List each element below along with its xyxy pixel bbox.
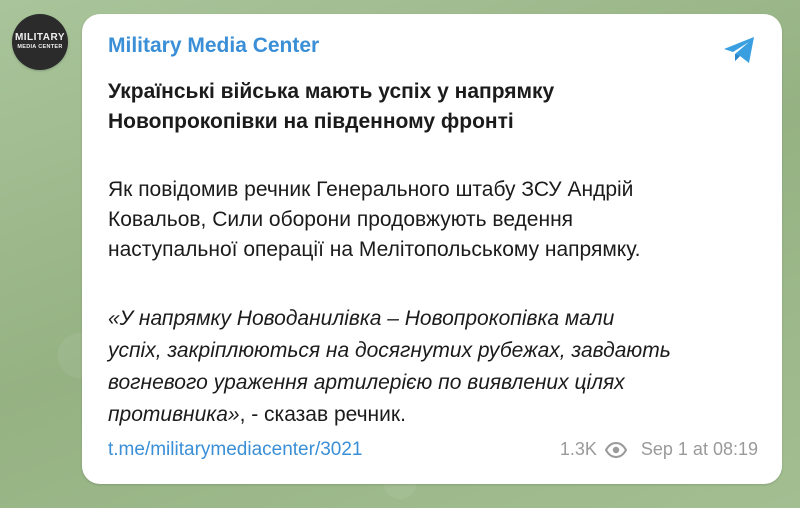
body-line: Ковальов, Сили оборони продовжують веден…	[108, 208, 574, 231]
channel-avatar[interactable]: MILITARY MEDIA CENTER	[12, 14, 68, 70]
post-quote: «У напрямку Новоданилівка – Новопрокопів…	[108, 303, 768, 431]
quote-line: противника», - сказав речник.	[108, 399, 768, 431]
view-count: 1.3K	[559, 439, 597, 459]
quote-line: «У напрямку Новоданилівка – Новопрокопів…	[108, 307, 615, 330]
quote-last-plain: , - сказав речник.	[239, 403, 406, 426]
post-body: Як повідомив речник Генерального штабу З…	[108, 175, 768, 265]
quote-line: успіх, закріплюються на досягнутих рубеж…	[108, 339, 671, 362]
avatar-text-line2: MEDIA CENTER	[17, 44, 63, 51]
quote-last-italic: противника»	[108, 403, 240, 426]
post-meta: 1.3K Sep 1 at 08:19	[560, 439, 758, 460]
message-card: Military Media Center Українські війська…	[82, 14, 782, 484]
channel-name[interactable]: Military Media Center	[108, 34, 319, 58]
avatar-text-line1: MILITARY	[14, 32, 66, 44]
quote-line: вогневого ураження артилерією по виявлен…	[108, 371, 625, 394]
telegram-icon[interactable]	[720, 30, 760, 70]
title-line: Новопрокопівки на південному фронті	[108, 110, 514, 133]
title-line: Українські війська мають успіх у напрямк…	[108, 80, 555, 103]
eye-icon	[604, 441, 627, 458]
post-title: Українські війська мають успіх у напрямк…	[108, 77, 708, 137]
body-line: наступальної операції на Мелітопольськом…	[108, 238, 641, 261]
body-line: Як повідомив речник Генерального штабу З…	[108, 178, 634, 201]
post-link[interactable]: t.me/militarymediacenter/3021	[108, 439, 363, 461]
post-date: Sep 1 at 08:19	[640, 439, 758, 459]
